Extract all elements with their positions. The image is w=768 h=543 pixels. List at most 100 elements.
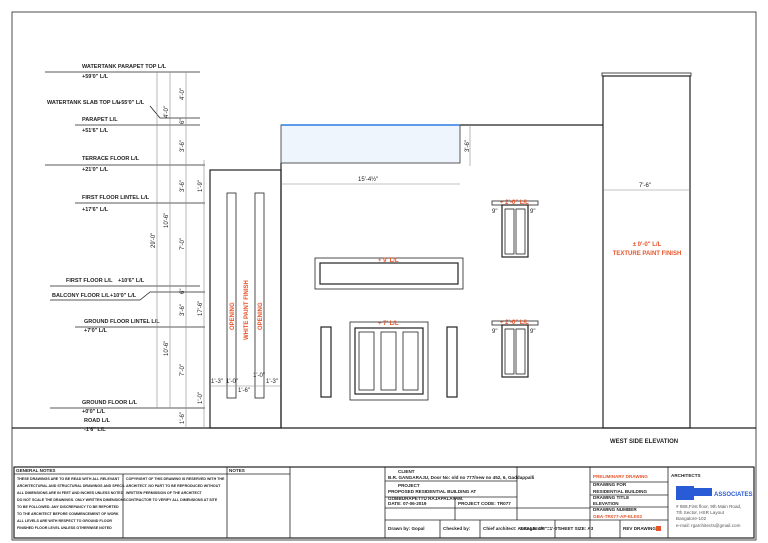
svg-text:B.R. GANGARAJU, Door No: old n: B.R. GANGARAJU, Door No: old no 777/new … <box>388 475 534 480</box>
svg-text:RESIDENTIAL BUILDING: RESIDENTIAL BUILDING <box>593 489 647 494</box>
svg-text:+17'6" L/L: +17'6" L/L <box>82 207 109 213</box>
svg-text:+ 9' L/L: + 9' L/L <box>378 258 399 264</box>
svg-text:6": 6" <box>180 119 186 124</box>
svg-text:NOTES: NOTES <box>229 468 245 473</box>
svg-text:CLIENT: CLIENT <box>398 469 415 474</box>
svg-text:PRELIMINARY DRAWING: PRELIMINARY DRAWING <box>593 474 648 479</box>
svg-text:SHEET SIZE: A3: SHEET SIZE: A3 <box>558 526 594 531</box>
svg-text:9": 9" <box>530 329 535 335</box>
svg-text:+59'0" L/L: +59'0" L/L <box>82 74 109 80</box>
note-line: ALL LEVELS ARE WITH RESPECT TO GROUND FL… <box>17 519 112 523</box>
svg-text:GENERAL NOTES: GENERAL NOTES <box>16 468 55 473</box>
svg-text:+10'0" L/L: +10'0" L/L <box>110 293 137 299</box>
svg-text:9": 9" <box>530 209 535 215</box>
svg-text:3'-6": 3'-6" <box>180 140 186 152</box>
svg-text:3'-6": 3'-6" <box>180 180 186 192</box>
svg-text:4'-0": 4'-0" <box>164 106 170 118</box>
window-upper-right: + 2'-0" L/L 9" 9" <box>491 200 539 258</box>
water-tank <box>280 124 461 164</box>
opening-left <box>226 192 237 399</box>
svg-text:9": 9" <box>492 329 497 335</box>
svg-text:GROUND FLOOR L/L: GROUND FLOOR L/L <box>82 400 138 406</box>
svg-text:17'-6": 17'-6" <box>198 301 204 316</box>
window-slim-left <box>320 326 332 398</box>
svg-text:+ 7' L/L: + 7' L/L <box>378 321 399 327</box>
svg-text:GROUND FLOOR LINTEL L/L: GROUND FLOOR LINTEL L/L <box>84 319 160 325</box>
svg-text:DRAWING TITLE: DRAWING TITLE <box>593 495 629 500</box>
svg-text:7'-6": 7'-6" <box>639 183 651 189</box>
svg-text:REV DRAWING:: REV DRAWING: <box>623 526 658 531</box>
svg-text:ROAD L/L: ROAD L/L <box>84 418 111 424</box>
svg-text:DATE: 07-06-2019: DATE: 07-06-2019 <box>388 501 427 506</box>
main-building: 3'-6" 15'-4½" <box>280 124 603 428</box>
window-lower-right: + 2'-0" L/L 9" 9" <box>491 320 539 378</box>
svg-text:-1'6" L/L: -1'6" L/L <box>84 427 106 433</box>
svg-text:6": 6" <box>180 289 186 294</box>
svg-text:DRAWING NUMBER: DRAWING NUMBER <box>593 507 637 512</box>
svg-text:# 988,First floor, 9th Main Ro: # 988,First floor, 9th Main Road, <box>676 504 741 509</box>
staircase-block: OPENING WHITE PAINT FINISH OPENING 1'-3"… <box>209 169 282 429</box>
svg-text:WATERTANK SLAB TOP L/L: WATERTANK SLAB TOP L/L <box>47 100 121 106</box>
svg-text:7'-0": 7'-0" <box>180 364 186 376</box>
svg-text:PARAPET L/L: PARAPET L/L <box>82 117 118 123</box>
svg-text:7'-0": 7'-0" <box>180 238 186 250</box>
svg-text:4'-0": 4'-0" <box>180 88 186 100</box>
window-large: + 7' L/L <box>349 321 429 401</box>
svg-text:e-mail: rgarchitects@gmail.com: e-mail: rgarchitects@gmail.com <box>676 523 741 528</box>
svg-text:FIRST FLOOR L/L: FIRST FLOOR L/L <box>66 278 113 284</box>
note-line: FINISHED FLOOR LEVEL UNLESS OTHERWISE NO… <box>17 526 112 530</box>
svg-text:1'-3": 1'-3" <box>266 379 278 385</box>
svg-text:Drawn by: Gopal: Drawn by: Gopal <box>388 526 425 531</box>
note-line: CONTRACTOR TO VERIFY ALL DIMENSIONS AT S… <box>126 498 218 502</box>
svg-text:+51'6" L/L: +51'6" L/L <box>82 128 109 134</box>
sheet-border <box>11 11 757 541</box>
note-line: THESE DRAWINGS ARE TO BE READ WITH ALL R… <box>17 477 120 481</box>
svg-text:+ 2'-0" L/L: + 2'-0" L/L <box>500 200 529 206</box>
window-long: + 9' L/L <box>314 257 464 290</box>
note-line: COPYRIGHT OF THIS DRAWING IS RESERVED WI… <box>126 477 225 481</box>
svg-text:7th Sector, HSR Layout: 7th Sector, HSR Layout <box>676 510 725 515</box>
logo-icon <box>676 486 694 500</box>
view-title: WEST SIDE ELEVATION <box>610 439 678 445</box>
note-line: TO THE ARCHITECT BEFORE COMMENCEMENT OF … <box>17 512 119 516</box>
svg-text:+0'0" L/L: +0'0" L/L <box>82 409 106 415</box>
svg-text:± 0'-0" L/L: ± 0'-0" L/L <box>633 242 662 248</box>
svg-text:ASSOCIATES: ASSOCIATES <box>714 492 753 498</box>
svg-text:TERRACE FLOOR L/L: TERRACE FLOOR L/L <box>82 156 140 162</box>
note-line: WRITTEN PERMISSION OF THE ARCHITECT <box>126 491 203 495</box>
svg-text:29'-0": 29'-0" <box>151 233 157 248</box>
elevation-drawing: WATERTANK PARAPET TOP L/L +59'0" L/L WATE… <box>11 11 757 541</box>
svg-text:3'-6": 3'-6" <box>465 140 471 152</box>
svg-text:+55'0" L/L: +55'0" L/L <box>118 100 145 106</box>
title-block: GENERAL NOTES NOTES THESE DRAWINGS ARE T… <box>13 466 755 539</box>
window-slim-right <box>446 326 458 398</box>
svg-text:TEXTURE PAINT FINISH: TEXTURE PAINT FINISH <box>613 251 682 257</box>
svg-text:ELEVATION: ELEVATION <box>593 501 619 506</box>
svg-text:FIRST FLOOR LINTEL L/L: FIRST FLOOR LINTEL L/L <box>82 195 150 201</box>
svg-text:ARCHITECTS: ARCHITECTS <box>671 473 701 478</box>
svg-text:Bangalore-102: Bangalore-102 <box>676 516 707 521</box>
svg-text:BALCONY FLOOR L/L: BALCONY FLOOR L/L <box>52 293 110 299</box>
svg-text:Checked by:: Checked by: <box>443 526 471 531</box>
svg-text:PROJECT CODE: TR077: PROJECT CODE: TR077 <box>458 501 511 506</box>
svg-text:WATERTANK PARAPET TOP L/L: WATERTANK PARAPET TOP L/L <box>82 64 167 70</box>
svg-text:1'-6": 1'-6" <box>238 388 250 394</box>
svg-text:1'-3": 1'-3" <box>211 379 223 385</box>
svg-text:1'-0": 1'-0" <box>253 373 265 379</box>
svg-text:DRAWING FOR: DRAWING FOR <box>593 482 627 487</box>
svg-text:9": 9" <box>492 209 497 215</box>
svg-text:+ 2'-0" L/L: + 2'-0" L/L <box>500 320 529 326</box>
note-line: ARCHITECTURAL AND STRUCTURAL DRAWINGS AN… <box>17 484 125 488</box>
svg-text:PROJECT: PROJECT <box>398 483 420 488</box>
svg-text:+7'0" L/L: +7'0" L/L <box>84 328 108 334</box>
svg-text:10'-6": 10'-6" <box>164 341 170 356</box>
svg-text:3'-6": 3'-6" <box>180 304 186 316</box>
svg-text:1'-9": 1'-9" <box>198 180 204 192</box>
note-line: ARCHITECT. NO PART TO BE REPRODUCED WITH… <box>126 484 221 488</box>
svg-text:GBA-TR077-AP-ELE02: GBA-TR077-AP-ELE02 <box>593 514 642 519</box>
svg-text:+10'6" L/L: +10'6" L/L <box>118 278 145 284</box>
svg-text:1'-0": 1'-0" <box>226 379 238 385</box>
svg-text:WHITE PAINT FINISH: WHITE PAINT FINISH <box>244 280 250 340</box>
opening-right <box>254 192 265 399</box>
note-line: ALL DIMENSIONS ARE IN FEET AND INCHES UN… <box>17 491 124 495</box>
